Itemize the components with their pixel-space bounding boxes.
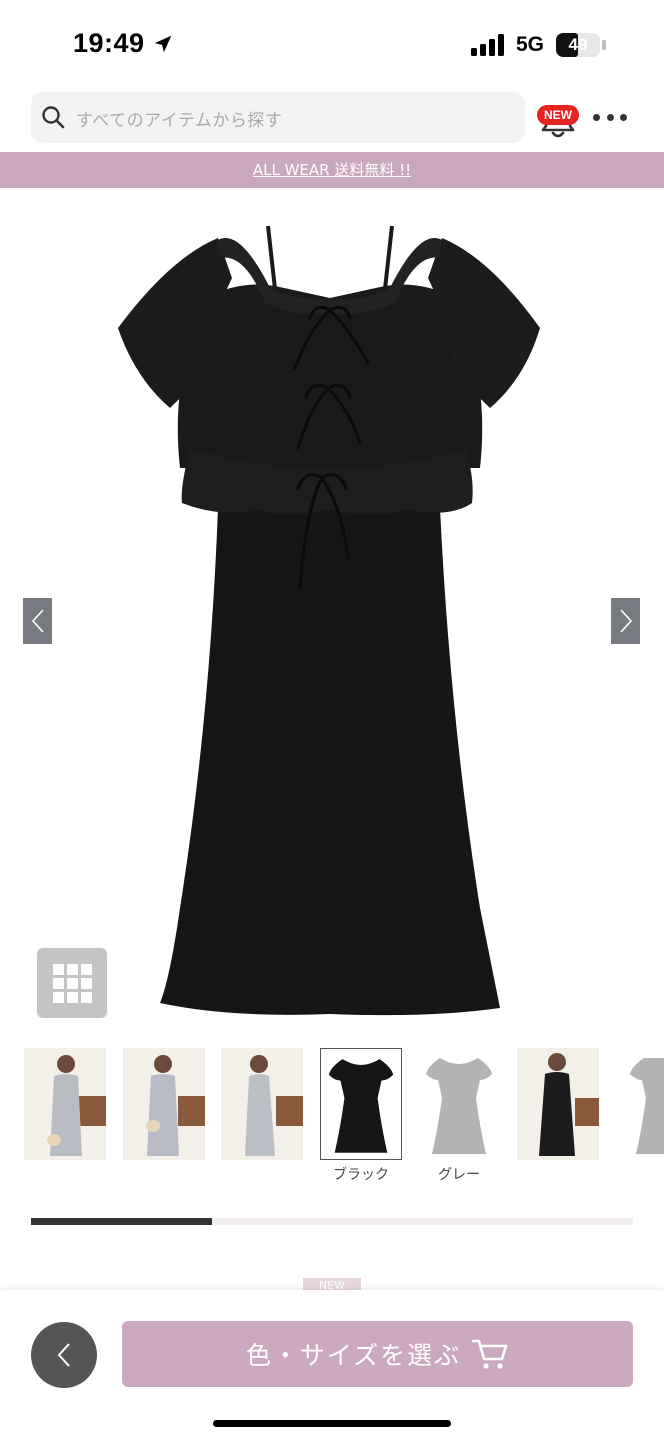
thumbnail-black[interactable] — [320, 1048, 402, 1160]
thumbnail[interactable] — [24, 1048, 106, 1160]
search-icon — [42, 106, 65, 129]
promo-link[interactable]: ALL WEAR 送料無料 !! — [253, 161, 411, 179]
battery-icon: 49 — [556, 33, 600, 57]
more-dot — [593, 113, 600, 121]
more-menu-button[interactable] — [590, 104, 630, 130]
thumbnail-model-image — [24, 1048, 106, 1160]
thumbnail-model-image — [221, 1048, 303, 1160]
thumbnail-gray[interactable] — [418, 1048, 500, 1160]
status-time: 19:49 — [73, 28, 145, 58]
grid-cell — [52, 963, 64, 975]
grid-cell — [66, 991, 78, 1003]
carousel-scrollbar-thumb[interactable] — [31, 1218, 212, 1225]
battery-nub — [602, 40, 606, 50]
grid-cell — [80, 963, 92, 975]
grid-cell — [66, 963, 78, 975]
search-placeholder: すべてのアイテムから探す — [76, 111, 283, 131]
cart-icon — [471, 1339, 508, 1369]
bottom-action-bar: 色・サイズを選ぶ — [0, 1290, 664, 1440]
back-button[interactable] — [31, 1322, 97, 1388]
thumbnail-model-image — [517, 1048, 599, 1160]
grid-cell — [66, 977, 78, 989]
thumbnail-product-image — [418, 1048, 500, 1160]
grid-view-button[interactable] — [37, 948, 107, 1018]
promo-banner: ALL WEAR 送料無料 !! — [0, 152, 664, 188]
thumbnail[interactable] — [221, 1048, 303, 1160]
more-dot — [620, 113, 627, 121]
dress-image — [118, 225, 540, 1016]
chevron-left-icon — [31, 609, 44, 633]
notification-new-badge: NEW — [537, 105, 579, 125]
location-arrow-icon — [154, 35, 172, 53]
back-chevron-icon — [57, 1343, 70, 1367]
thumbnail-strip[interactable]: ブラック グレー — [0, 1048, 664, 1188]
grid-cell — [52, 977, 64, 989]
carousel-scrollbar[interactable] — [31, 1218, 633, 1225]
grid-cell — [80, 977, 92, 989]
thumbnail-model-image — [123, 1048, 205, 1160]
more-dot — [606, 113, 614, 121]
search-input[interactable]: すべてのアイテムから探す — [31, 92, 525, 143]
next-image-button[interactable] — [611, 598, 640, 644]
network-type: 5G — [516, 33, 545, 56]
grid-cell — [80, 991, 92, 1003]
select-color-size-button[interactable]: 色・サイズを選ぶ — [122, 1321, 633, 1387]
status-bar: 19:49 5G 49 — [0, 0, 664, 90]
signal-bars-icon — [471, 34, 504, 56]
grid-cell — [52, 991, 64, 1003]
chevron-right-icon — [619, 609, 632, 633]
prev-image-button[interactable] — [23, 598, 52, 644]
battery-percent: 49 — [568, 35, 588, 54]
thumbnail-label-gray: グレー — [438, 1167, 480, 1183]
thumbnail-product-image — [626, 1048, 664, 1160]
cta-label: 色・サイズを選ぶ — [245, 1341, 462, 1370]
thumbnail[interactable] — [517, 1048, 599, 1160]
thumbnail[interactable] — [626, 1048, 664, 1160]
thumbnail-product-image — [321, 1049, 401, 1159]
thumbnail[interactable] — [123, 1048, 205, 1160]
product-main-image[interactable] — [0, 188, 664, 1038]
home-indicator — [213, 1420, 451, 1427]
thumbnail-label-black: ブラック — [333, 1167, 389, 1183]
